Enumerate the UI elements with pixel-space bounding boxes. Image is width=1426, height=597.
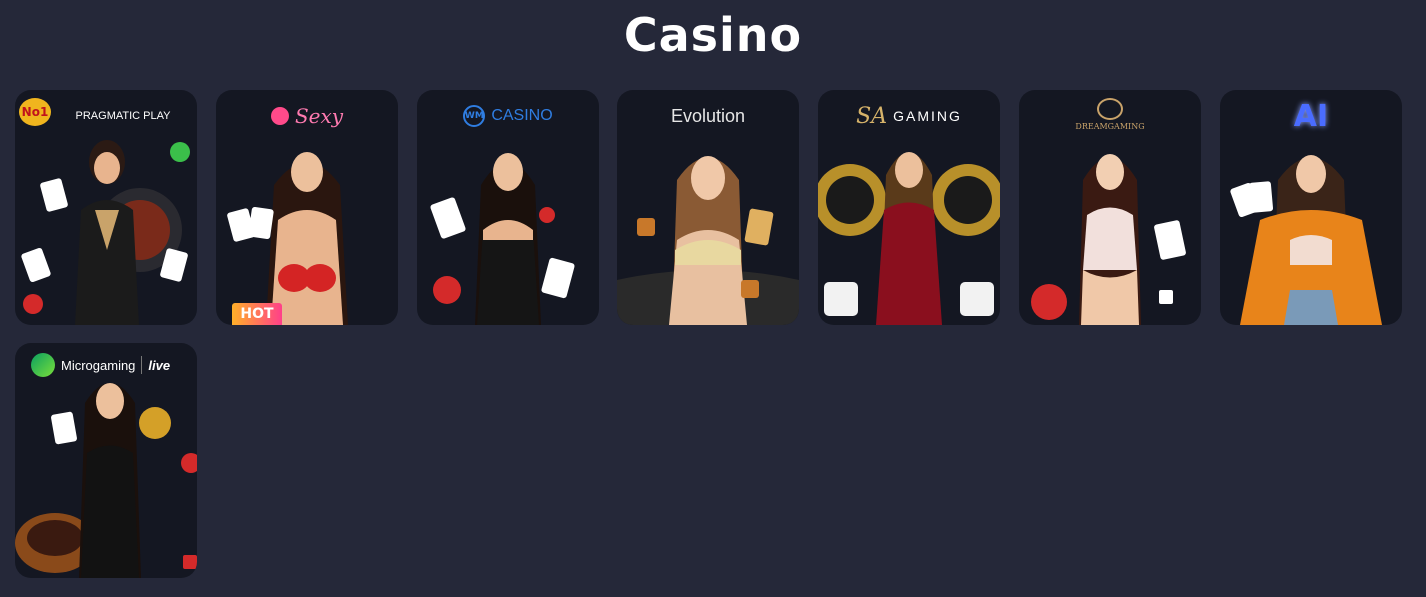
- separator: [141, 356, 143, 374]
- provider-card-evolution[interactable]: Evolution: [617, 90, 799, 325]
- provider-name: CASINO: [491, 107, 553, 124]
- provider-name: GAMING: [893, 108, 962, 124]
- microgaming-icon: [31, 353, 55, 377]
- ai-icon: AI: [1293, 98, 1329, 134]
- sexy-lips-icon: [270, 107, 289, 125]
- live-label: live: [148, 357, 171, 373]
- provider-name: DREAMGAMING: [1075, 121, 1145, 131]
- provider-card-wm-casino[interactable]: WM CASINO: [417, 90, 599, 325]
- hot-badge: HOT: [232, 303, 282, 325]
- provider-logo: Microgaming live: [15, 345, 197, 385]
- wm-icon: WM: [463, 105, 486, 127]
- provider-logo: Sexy: [216, 96, 398, 136]
- provider-card-sa-gaming[interactable]: SA GAMING: [818, 90, 1000, 325]
- provider-card-microgaming[interactable]: Microgaming live: [15, 343, 197, 578]
- provider-card-pragmatic-play[interactable]: No1 PRAGMATIC PLAY: [15, 90, 197, 325]
- provider-card-ai[interactable]: AI: [1220, 90, 1402, 325]
- provider-logo: No1 PRAGMATIC PLAY: [15, 96, 197, 136]
- provider-name: Evolution: [670, 105, 746, 126]
- provider-logo: Evolution: [617, 96, 799, 136]
- dragon-icon: [1097, 97, 1123, 120]
- provider-logo: DREAMGAMING: [1019, 94, 1201, 134]
- provider-logo: SA GAMING: [818, 96, 1000, 136]
- page-title: Casino: [623, 8, 803, 62]
- provider-name: Microgaming: [61, 357, 136, 373]
- provider-name: Sexy: [294, 104, 344, 128]
- no1-badge-icon: No1: [19, 98, 51, 126]
- provider-logo: WM CASINO: [417, 96, 599, 136]
- provider-card-sexy[interactable]: Sexy HOT: [216, 90, 398, 325]
- provider-name: PRAGMATIC PLAY: [75, 110, 171, 122]
- provider-logo: AI: [1220, 96, 1402, 136]
- sa-icon: SA: [856, 103, 888, 129]
- provider-card-dream-gaming[interactable]: DREAMGAMING: [1019, 90, 1201, 325]
